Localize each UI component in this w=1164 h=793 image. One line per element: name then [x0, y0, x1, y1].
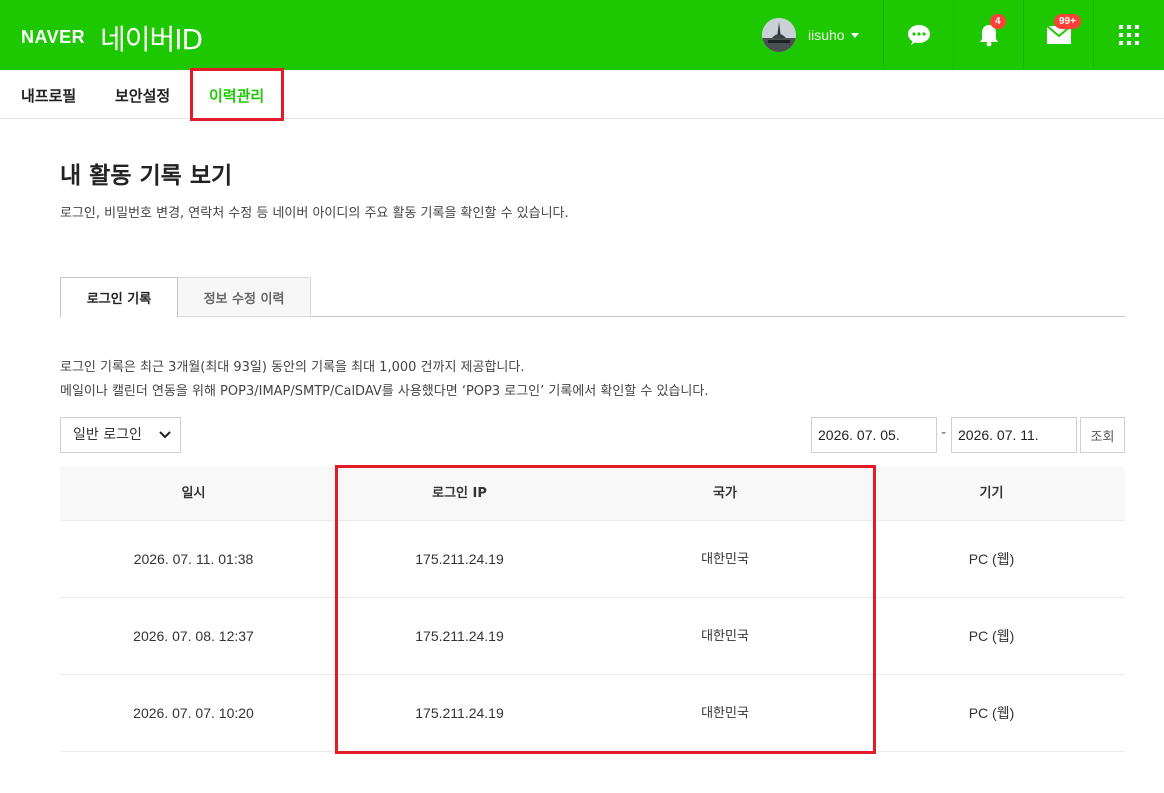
- notification-button[interactable]: 4: [953, 0, 1023, 70]
- history-tabs: 로그인 기록 정보 수정 이력: [60, 277, 1125, 318]
- main-nav: 내프로필 보안설정 이력관리: [0, 70, 1164, 119]
- login-type-value: 일반 로그인: [73, 427, 142, 443]
- page-title: 내 활동 기록 보기: [60, 163, 233, 189]
- date-from-input[interactable]: 2026. 07. 05.: [811, 417, 937, 453]
- username: iisuho: [808, 27, 845, 43]
- notice-line-1: 로그인 기록은 최근 3개월(최대 93일) 동안의 기록을 최대 1,000 …: [60, 360, 525, 375]
- cell-datetime: 2026. 07. 07. 10:20: [133, 705, 254, 721]
- profile-menu[interactable]: iisuho: [762, 18, 859, 52]
- naver-logo[interactable]: NAVER: [21, 27, 85, 48]
- chat-bubble-icon: [907, 25, 930, 45]
- chevron-down-icon: [159, 431, 171, 439]
- avatar: [762, 18, 796, 52]
- search-button[interactable]: 조회: [1080, 417, 1125, 453]
- page-description: 로그인, 비밀번호 변경, 연락처 수정 등 네이버 아이디의 주요 활동 기록…: [60, 206, 569, 221]
- nav-highlight-box: [190, 68, 284, 121]
- notice-line-2: 메일이나 캘린더 연동을 위해 POP3/IMAP/SMTP/CalDAV를 사…: [60, 384, 709, 399]
- column-header-datetime: 일시: [181, 486, 206, 501]
- tab-login-history[interactable]: 로그인 기록: [60, 277, 178, 318]
- notification-badge: 4: [990, 14, 1006, 29]
- cell-datetime: 2026. 07. 11. 01:38: [133, 551, 254, 567]
- date-to-input[interactable]: 2026. 07. 11.: [951, 417, 1077, 453]
- nav-item-profile[interactable]: 내프로필: [21, 85, 76, 106]
- table-highlight-box: [335, 465, 876, 754]
- grid-menu-icon: [1118, 25, 1139, 45]
- caret-down-icon: [850, 32, 859, 38]
- apps-button[interactable]: [1093, 0, 1163, 70]
- top-header: NAVER 네이버ID iisuho 4 99+: [0, 0, 1164, 70]
- login-type-select[interactable]: 일반 로그인: [60, 417, 181, 453]
- cell-device: PC (웹): [968, 628, 1015, 644]
- tab-info-change-history[interactable]: 정보 수정 이력: [178, 277, 311, 317]
- date-range-separator: -: [941, 425, 947, 441]
- service-title[interactable]: 네이버ID: [100, 18, 203, 58]
- cell-datetime: 2026. 07. 08. 12:37: [133, 628, 254, 644]
- mail-badge: 99+: [1054, 14, 1081, 29]
- nav-item-security[interactable]: 보안설정: [115, 85, 170, 106]
- column-header-device: 기기: [979, 486, 1004, 501]
- cell-device: PC (웹): [968, 551, 1015, 567]
- mail-button[interactable]: 99+: [1023, 0, 1093, 70]
- cell-device: PC (웹): [968, 705, 1015, 721]
- talk-button[interactable]: [883, 0, 953, 70]
